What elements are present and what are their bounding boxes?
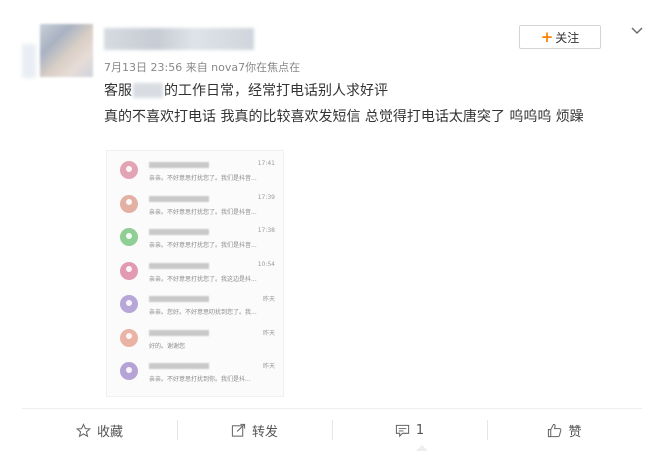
message-time: 昨天 xyxy=(262,296,275,303)
favorite-label: 收藏 xyxy=(96,424,123,440)
comment-icon xyxy=(395,424,409,437)
thumbs-up-icon xyxy=(548,423,562,437)
favorite-button[interactable]: 收藏 xyxy=(22,412,177,448)
username-blurred[interactable] xyxy=(104,28,254,50)
message-preview: 亲亲。您好。不好意思叨扰到您了。我... xyxy=(149,309,257,316)
like-button[interactable]: 赞 xyxy=(487,412,642,448)
contact-name-blurred xyxy=(149,363,209,369)
contact-avatar-icon xyxy=(120,362,138,380)
contact-name-blurred xyxy=(149,262,209,269)
contact-name-blurred xyxy=(149,162,209,168)
contact-avatar-icon xyxy=(120,328,138,347)
follow-label: 关注 xyxy=(555,30,580,45)
post-image[interactable]: 17:41 亲亲。不好意思打扰您了。我们是抖音... 17:39 亲亲。不好意思打扰您… xyxy=(106,150,284,397)
plus-icon: + xyxy=(540,28,554,46)
contact-avatar-icon xyxy=(120,261,138,280)
message-row: 昨天亲亲。不好意思打扰到你。我们是抖... xyxy=(107,358,283,392)
contact-avatar-icon xyxy=(120,194,138,213)
repost-label: 转发 xyxy=(251,424,278,440)
message-time: 17:39 xyxy=(257,193,275,201)
message-time: 10:54 xyxy=(257,260,275,268)
post-meta: 7月13日 23:56 来自 nova7你在焦点在 xyxy=(104,61,301,74)
message-preview: 亲亲。不好意思打扰您了。我们是抖音... xyxy=(149,175,257,182)
contact-avatar-icon xyxy=(120,295,138,313)
contact-name-blurred xyxy=(149,195,209,202)
message-row: 昨天 亲亲。您好。不好意思叨扰到您了。我... xyxy=(107,291,283,325)
message-row: 17:38 亲亲。不好意思打扰您了。我们是抖音... xyxy=(107,224,283,258)
message-row: 17:39 亲亲。不好意思打扰您了。我们是抖音... xyxy=(107,191,283,225)
message-preview: 亲亲。不好意思打扰您了。我们是抖音... xyxy=(149,242,257,249)
contact-avatar-icon xyxy=(120,228,138,246)
message-row: 10:54 亲亲。不好意思打扰您了。我这边是抖... xyxy=(107,258,283,292)
message-time: 17:41 xyxy=(257,160,275,167)
post-text-line-1: 客服 的工作日常，经常打电话别人求好评 xyxy=(104,80,388,100)
message-preview: 亲亲。不好意思打扰您了。我这边是抖... xyxy=(149,275,257,283)
message-row: 昨天好的。谢谢您 xyxy=(107,325,283,359)
like-label: 赞 xyxy=(568,424,582,440)
message-time: 昨天 xyxy=(262,329,275,337)
contact-avatar-icon xyxy=(120,161,138,179)
repost-button[interactable]: 转发 xyxy=(177,412,332,448)
avatar[interactable] xyxy=(40,24,93,77)
message-row: 17:41 亲亲。不好意思打扰您了。我们是抖音... xyxy=(107,157,283,191)
comment-button[interactable]: 1 xyxy=(332,412,487,448)
chevron-down-icon[interactable] xyxy=(630,24,644,38)
comment-count: 1 xyxy=(415,422,425,438)
contact-name-blurred xyxy=(149,329,209,336)
post-text-prefix: 客服 xyxy=(104,83,132,99)
message-time: 昨天 xyxy=(262,363,275,370)
share-icon xyxy=(231,423,246,437)
post-text-suffix: 的工作日常，经常打电话别人求好评 xyxy=(164,83,388,99)
star-icon xyxy=(75,422,91,437)
action-bar: 收藏 转发 1 赞 xyxy=(22,412,642,448)
message-time: 17:38 xyxy=(257,227,275,234)
redacted-word xyxy=(133,82,163,98)
contact-name-blurred xyxy=(149,229,209,235)
divider xyxy=(22,408,642,409)
message-preview: 亲亲。不好意思打扰到你。我们是抖... xyxy=(149,376,251,383)
avatar-edge xyxy=(22,44,36,78)
post-text-line-2: 真的不喜欢打电话 我真的比较喜欢发短信 总觉得打电话太唐突了 呜呜呜 烦躁 xyxy=(104,109,584,125)
contact-name-blurred xyxy=(149,296,209,302)
comment-caret xyxy=(416,445,428,451)
follow-button[interactable]: + 关注 xyxy=(519,25,601,49)
message-preview: 好的。谢谢您 xyxy=(149,342,186,350)
message-preview: 亲亲。不好意思打扰您了。我们是抖音... xyxy=(149,208,257,216)
